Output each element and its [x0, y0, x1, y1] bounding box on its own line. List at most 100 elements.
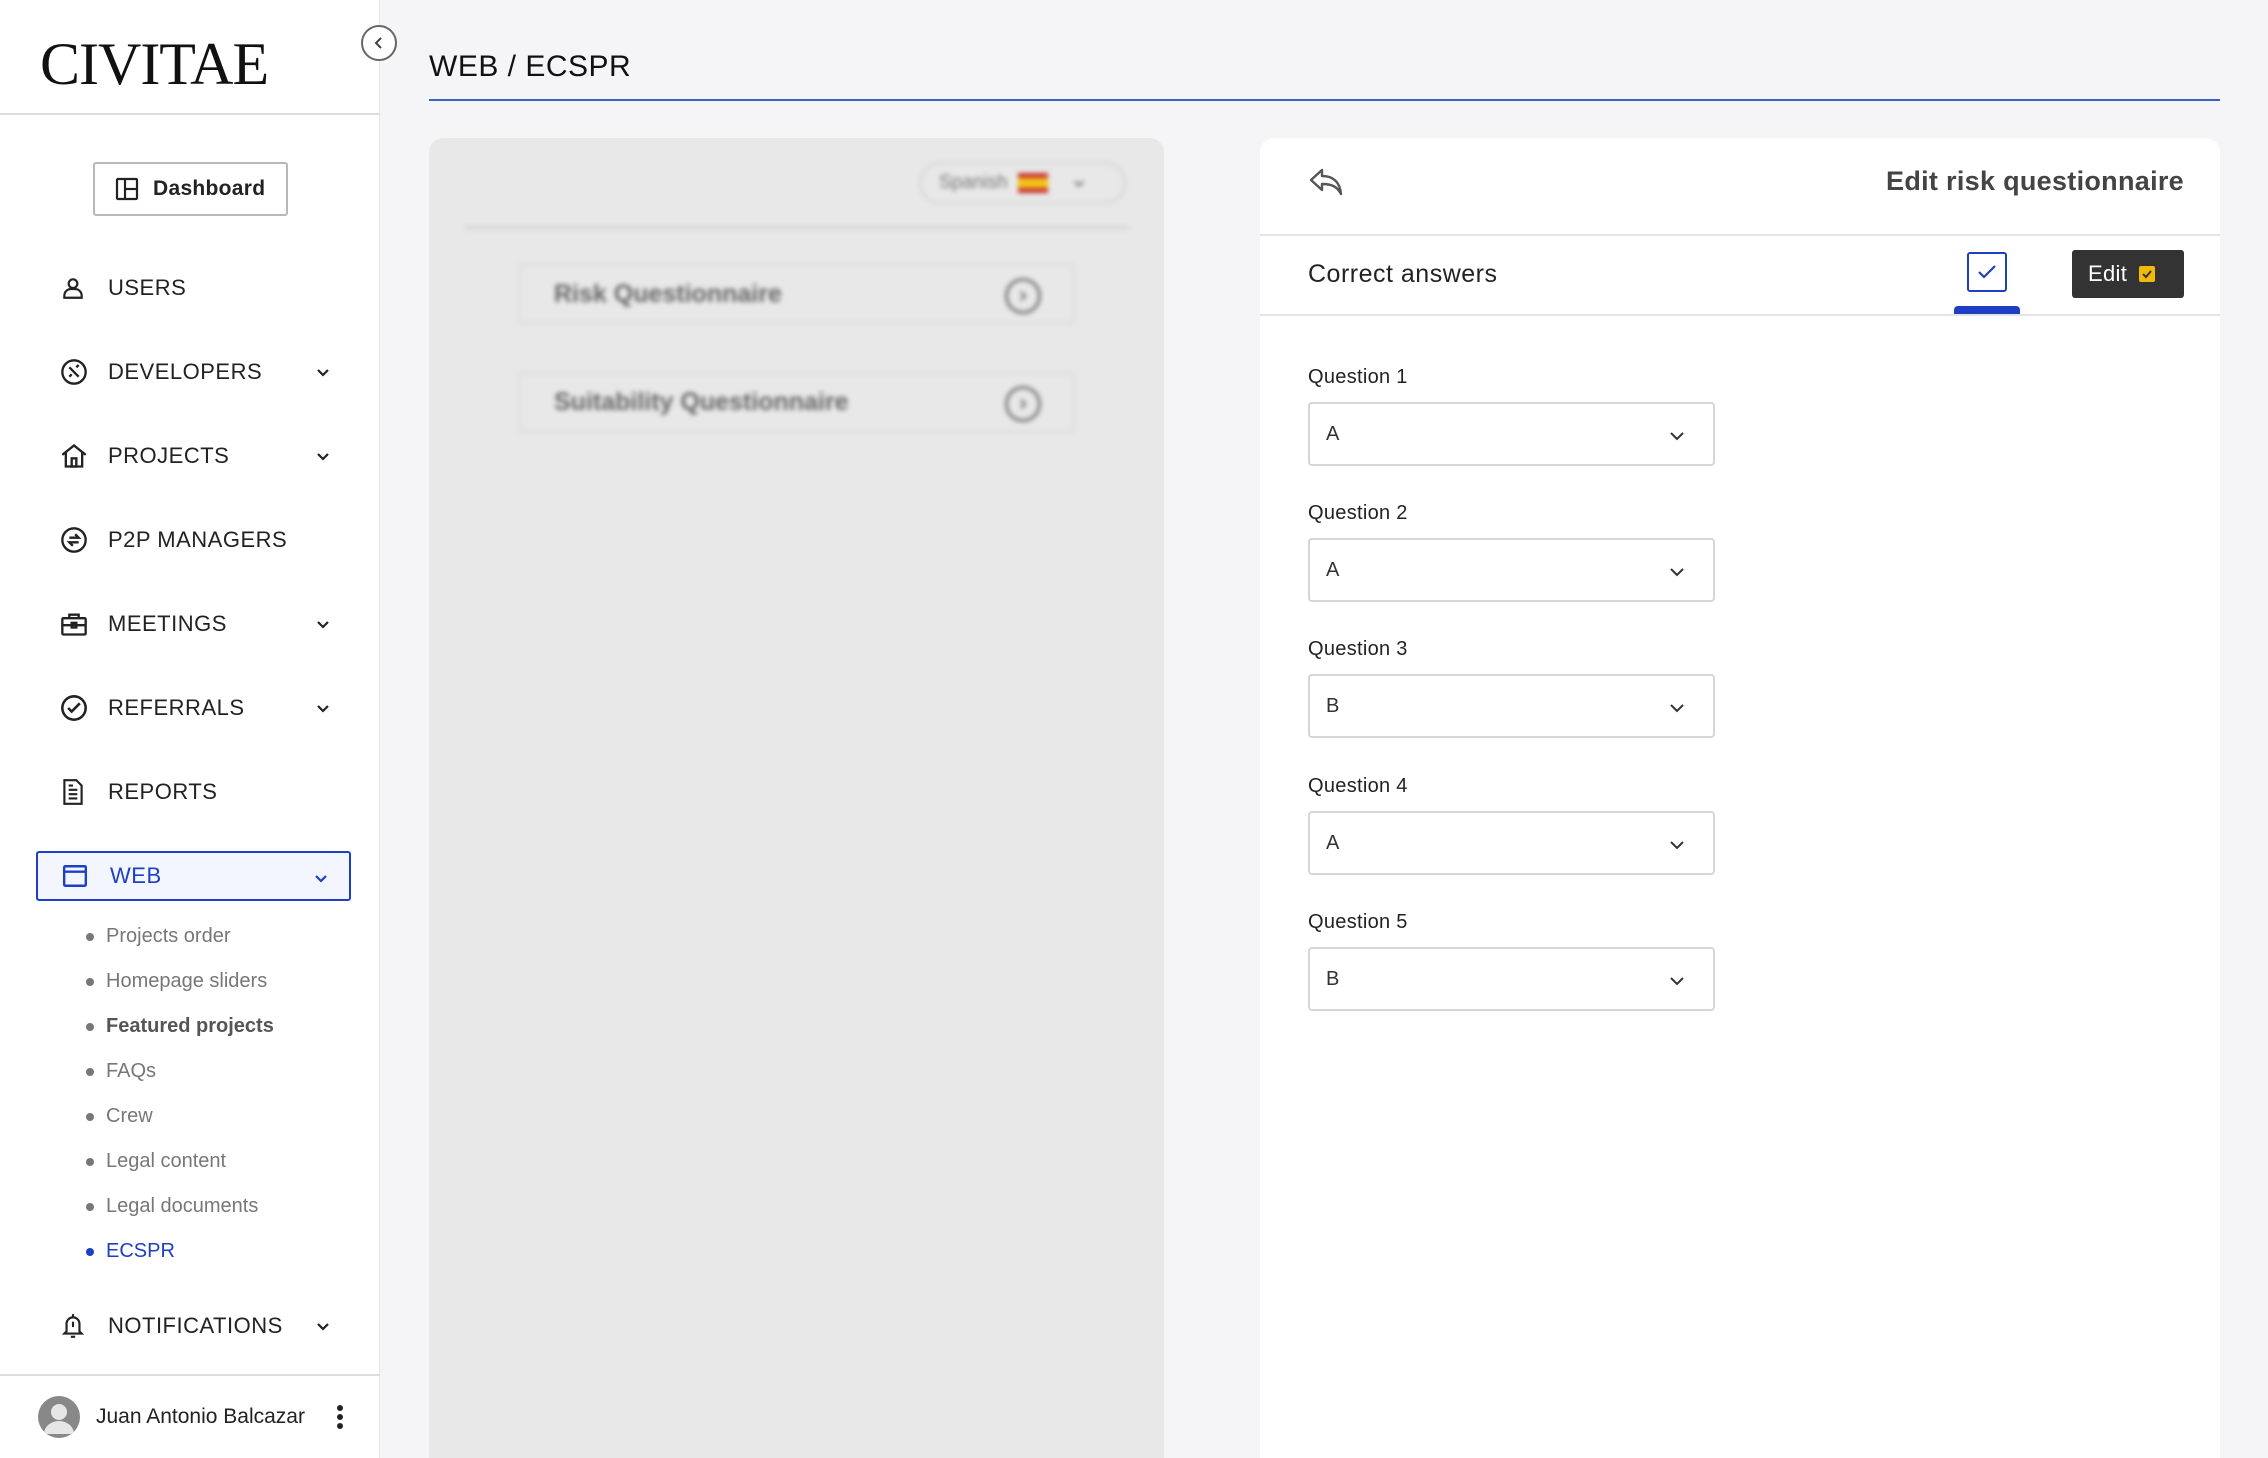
chevron-left-icon — [372, 36, 386, 50]
page-title: WEB / ECSPR — [429, 50, 632, 83]
sidebar-subitem-homepage-sliders[interactable]: Homepage sliders — [86, 970, 267, 993]
sidebar-item-label: P2P MANAGERS — [108, 527, 288, 552]
logo-area: CIVITAE — [0, 0, 380, 115]
sidebar-item-label: DEVELOPERS — [108, 359, 263, 384]
title-underline — [429, 99, 2220, 101]
more-vertical-icon[interactable] — [336, 1404, 344, 1430]
edit-check-icon — [2139, 266, 2156, 282]
user-name: Juan Antonio Balcazar — [96, 1405, 305, 1428]
language-label: Spanish — [939, 172, 1008, 193]
question-label: Question 2 — [1308, 502, 1408, 524]
chevron-down-icon — [1669, 975, 1685, 987]
chevron-right-icon — [1005, 278, 1041, 314]
dashboard-icon — [115, 177, 139, 201]
divider — [465, 226, 1129, 229]
active-tab-indicator — [1954, 306, 2020, 314]
question-4-select[interactable]: A — [1308, 811, 1715, 875]
subitem-label: FAQs — [106, 1060, 157, 1082]
sidebar-item-users[interactable]: USERS — [36, 263, 351, 313]
sidebar-item-web[interactable]: WEB — [36, 851, 351, 901]
sidebar-subitem-faqs[interactable]: FAQs — [86, 1060, 156, 1083]
dashboard-label: Dashboard — [153, 177, 266, 200]
developer-icon — [60, 358, 96, 386]
back-reply-icon[interactable] — [1308, 166, 1344, 198]
panel-title: Edit risk questionnaire — [1886, 166, 2184, 196]
question-label: Question 5 — [1308, 911, 1408, 933]
sidebar-item-label: WEB — [110, 863, 162, 888]
sidebar-item-notifications[interactable]: NOTIFICATIONS — [36, 1301, 351, 1351]
select-value: A — [1326, 558, 1340, 581]
home-icon — [60, 442, 96, 470]
civitae-logo: CIVITAE — [40, 31, 269, 97]
sidebar-subitem-ecspr[interactable]: ECSPR — [86, 1240, 175, 1263]
bullet-dot — [86, 977, 94, 986]
dashboard-button[interactable]: Dashboard — [93, 162, 288, 216]
sidebar-item-referrals[interactable]: REFERRALS — [36, 683, 351, 733]
subitem-label: ECSPR — [106, 1240, 175, 1262]
user-profile[interactable]: Juan Antonio Balcazar — [0, 1374, 380, 1458]
question-3-select[interactable]: B — [1308, 674, 1715, 738]
sidebar-subitem-projects-order[interactable]: Projects order — [86, 925, 231, 948]
chevron-down-icon — [1669, 566, 1685, 578]
chevron-right-icon — [1005, 386, 1041, 422]
chevron-down-icon — [315, 616, 331, 632]
check-circle-icon — [60, 694, 96, 722]
checkmark-icon — [1977, 264, 1997, 280]
sidebar-item-label: MEETINGS — [108, 611, 227, 636]
question-label: Question 1 — [1308, 366, 1408, 388]
sidebar-item-meetings[interactable]: MEETINGS — [36, 599, 351, 649]
language-select[interactable]: Spanish — [919, 162, 1126, 204]
edit-label: Edit — [2088, 261, 2128, 286]
chevron-down-icon — [315, 364, 331, 380]
question-5-select[interactable]: B — [1308, 947, 1715, 1011]
sidebar-item-label: USERS — [108, 275, 187, 300]
avatar — [38, 1396, 80, 1438]
card-label: Suitability Questionnaire — [554, 387, 849, 416]
question-2-select[interactable]: A — [1308, 538, 1715, 602]
select-value: B — [1326, 694, 1340, 717]
bullet-dot — [86, 1022, 94, 1031]
risk-questionnaire-card[interactable]: Risk Questionnaire — [518, 264, 1075, 324]
sidebar-subitem-featured-projects[interactable]: Featured projects — [86, 1015, 274, 1038]
question-label: Question 3 — [1308, 638, 1408, 660]
card-label: Risk Questionnaire — [554, 279, 782, 308]
suitability-questionnaire-card[interactable]: Suitability Questionnaire — [518, 372, 1075, 432]
sidebar-item-developers[interactable]: DEVELOPERS — [36, 347, 351, 397]
sidebar-subitem-crew[interactable]: Crew — [86, 1105, 153, 1128]
chevron-down-icon — [315, 700, 331, 716]
chevron-down-icon — [1669, 702, 1685, 714]
correct-answers-tab[interactable] — [1967, 252, 2007, 292]
chevron-down-icon — [1669, 430, 1685, 442]
question-1-select[interactable]: A — [1308, 402, 1715, 466]
chevron-down-icon — [315, 1318, 331, 1334]
sidebar-subitem-legal-documents[interactable]: Legal documents — [86, 1195, 258, 1218]
section-label: Correct answers — [1308, 260, 1498, 288]
edit-button[interactable]: Edit — [2072, 250, 2184, 298]
chevron-down-icon — [1669, 839, 1685, 851]
sidebar-item-p2p-managers[interactable]: P2P MANAGERS — [36, 515, 351, 565]
sidebar-item-reports[interactable]: REPORTS — [36, 767, 351, 817]
bullet-dot — [86, 1157, 94, 1166]
bullet-dot — [86, 1247, 94, 1256]
questionnaire-list-panel: Spanish Risk Questionnaire Suitability Q… — [429, 138, 1164, 1458]
chevron-down-icon — [1072, 176, 1086, 190]
select-value: A — [1326, 422, 1340, 445]
subitem-label: Homepage sliders — [106, 970, 268, 992]
subitem-label: Featured projects — [106, 1015, 274, 1037]
edit-questionnaire-panel: Edit risk questionnaire Correct answers … — [1260, 138, 2220, 1458]
document-icon — [60, 778, 96, 806]
chevron-down-icon — [315, 448, 331, 464]
collapse-sidebar-button[interactable] — [361, 25, 397, 61]
sidebar-item-label: PROJECTS — [108, 443, 230, 468]
spain-flag-icon — [1017, 173, 1048, 193]
chevron-down-icon — [313, 870, 329, 886]
panel-header: Edit risk questionnaire — [1260, 138, 2220, 236]
bullet-dot — [86, 1202, 94, 1211]
sidebar: CIVITAE Dashboard USERS DEVELOPERS PROJE… — [0, 0, 380, 1458]
exchange-icon — [60, 526, 96, 554]
sidebar-item-projects[interactable]: PROJECTS — [36, 431, 351, 481]
user-icon — [60, 275, 96, 301]
bullet-dot — [86, 1067, 94, 1076]
sidebar-subitem-legal-content[interactable]: Legal content — [86, 1150, 226, 1173]
select-value: A — [1326, 831, 1340, 854]
